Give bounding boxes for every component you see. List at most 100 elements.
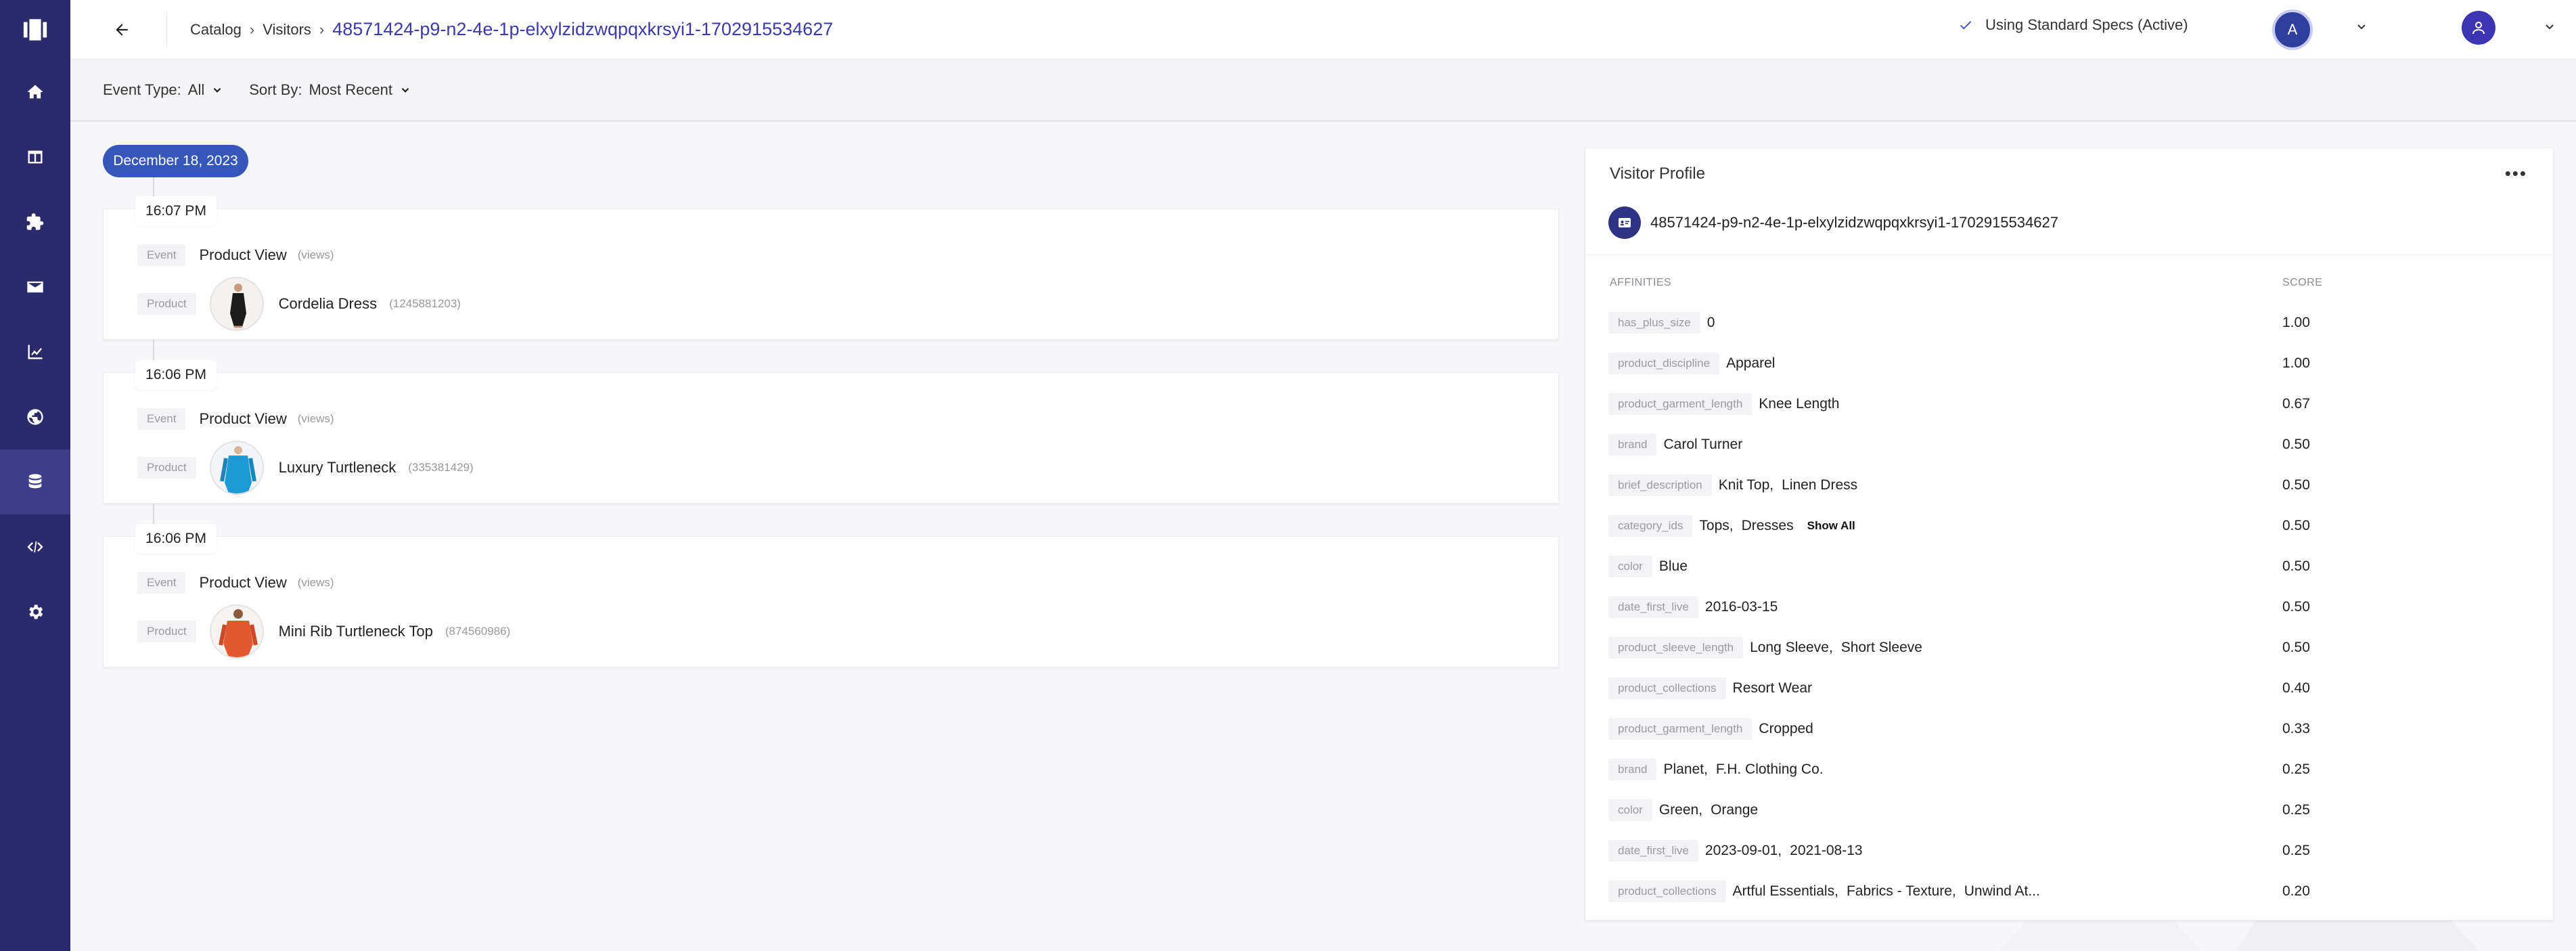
affinity-key: brief_description (1608, 474, 1712, 496)
affinity-value: Unwind At... (1964, 883, 2040, 899)
sidebar-item-home[interactable] (0, 60, 70, 125)
show-all-link[interactable]: Show All (1807, 519, 1855, 533)
breadcrumb-visitors[interactable]: Visitors (263, 21, 311, 39)
event-tag: Event (137, 408, 186, 430)
chevron-down-icon[interactable] (2541, 19, 2558, 35)
account-avatar[interactable]: A (2272, 9, 2313, 50)
event-time: 16:06 PM (135, 524, 217, 554)
affinity-key: product_sleeve_length (1608, 637, 1744, 659)
affinity-value: Planet, (1663, 761, 1708, 777)
profile-header: Visitor Profile ••• 48571424-p9-n2-4e-1p… (1585, 148, 2554, 255)
event-card[interactable]: Event Product View (views) Product Luxur… (103, 372, 1559, 504)
affinity-value: Blue (1658, 558, 1688, 574)
affinity-score: 0.50 (2282, 477, 2310, 493)
spec-status-label: Using Standard Specs (Active) (1985, 16, 2188, 33)
affinity-value: Resort Wear (1732, 680, 1813, 696)
event-tag: Event (137, 572, 186, 594)
event-card[interactable]: Event Product View (views) Product Mini … (103, 536, 1559, 667)
affinity-key: has_plus_size (1608, 312, 1700, 334)
affinity-key: color (1608, 556, 1652, 577)
database-icon (28, 474, 42, 489)
affinity-value: Apparel (1726, 355, 1776, 371)
event-type-filter[interactable]: Event Type: All (103, 81, 223, 99)
event-time: 16:06 PM (135, 360, 217, 390)
sidebar-item-integrations[interactable] (0, 190, 70, 255)
product-name[interactable]: Luxury Turtleneck (279, 459, 397, 477)
sidebar-item-layout[interactable] (0, 125, 70, 190)
chevron-right-icon: › (249, 20, 255, 38)
affinity-value: Knit Top, (1718, 477, 1774, 493)
event-name: Product View (199, 410, 287, 427)
breadcrumb-catalog[interactable]: Catalog (190, 21, 242, 39)
top-header: Catalog › Visitors › 48571424-p9-n2-4e-1… (70, 0, 2576, 60)
logo-icon[interactable] (0, 0, 70, 60)
score-column-header: SCORE (2282, 277, 2323, 288)
affinity-row: product_collections Resort Wear 0.40 (1608, 671, 2529, 705)
sidebar-item-analytics[interactable] (0, 319, 70, 384)
layout-icon (28, 150, 43, 164)
affinity-row: color Green, Orange 0.25 (1608, 793, 2529, 827)
sidebar-item-global[interactable] (0, 384, 70, 449)
sidebar-item-settings[interactable] (0, 579, 70, 644)
visitor-id-row: 48571424-p9-n2-4e-1p-elxylzidzwqpqxkrsyi… (1608, 206, 2058, 239)
affinity-row: brief_description Knit Top, Linen Dress 0.5… (1608, 468, 2529, 502)
product-thumbnail[interactable] (209, 441, 264, 495)
affinity-score: 1.00 (2282, 355, 2310, 371)
product-tag: Product (137, 621, 196, 642)
product-id: (335381429) (408, 461, 474, 474)
chevron-down-icon[interactable] (2353, 19, 2370, 35)
sidebar-item-data[interactable] (0, 449, 70, 514)
more-options-button[interactable]: ••• (2505, 164, 2527, 182)
affinity-row: brand Planet, F.H. Clothing Co. 0.25 (1608, 753, 2529, 787)
visitor-id: 48571424-p9-n2-4e-1p-elxylzidzwqpqxkrsyi… (1650, 214, 2058, 231)
product-id: (874560986) (445, 625, 511, 638)
gear-icon (29, 604, 43, 619)
affinity-value: Artful Essentials, (1732, 883, 1838, 899)
affinity-value: 2016-03-15 (1704, 599, 1778, 615)
chevron-down-icon (213, 87, 221, 93)
affinity-score: 1.00 (2282, 315, 2310, 330)
affinity-value: Knee Length (1759, 396, 1840, 412)
affinity-score: 0.40 (2282, 680, 2310, 696)
profile-title: Visitor Profile (1610, 164, 1705, 183)
affinity-row: color Blue 0.50 (1608, 550, 2529, 583)
affinity-score: 0.33 (2282, 721, 2310, 736)
header-divider (166, 12, 167, 47)
event-tag: Event (137, 244, 186, 266)
affinity-row: date_first_live 2016-03-15 0.50 (1608, 590, 2529, 624)
arrow-left-icon (116, 23, 128, 36)
sidebar (0, 0, 70, 951)
product-name[interactable]: Mini Rib Turtleneck Top (279, 623, 433, 640)
sidebar-item-developer[interactable] (0, 514, 70, 579)
product-name[interactable]: Cordelia Dress (279, 295, 378, 313)
affinity-key: brand (1608, 434, 1657, 456)
affinity-score: 0.67 (2282, 396, 2310, 412)
chevron-right-icon: › (319, 20, 325, 38)
affinity-row: category_ids Tops, Dresses Show All 0.50 (1608, 509, 2529, 543)
affinity-value: Carol Turner (1663, 437, 1743, 452)
affinity-key: product_garment_length (1608, 718, 1753, 740)
affinity-score: 0.20 (2282, 883, 2310, 899)
spec-status[interactable]: Using Standard Specs (Active) (1958, 16, 2188, 34)
affinity-key: product_discipline (1608, 353, 1720, 374)
event-name: Product View (199, 246, 287, 263)
event-type-value: All (187, 81, 205, 98)
user-avatar[interactable] (2462, 11, 2495, 45)
check-icon (1960, 21, 1972, 30)
sidebar-item-messages[interactable] (0, 255, 70, 319)
back-button[interactable] (106, 14, 138, 46)
globe-icon (27, 409, 43, 425)
affinity-row: product_sleeve_length Long Sleeve, Short S… (1608, 631, 2529, 665)
affinity-key: product_collections (1608, 678, 1726, 699)
sort-by-filter[interactable]: Sort By: Most Recent (249, 81, 411, 99)
id-card-icon (1608, 206, 1641, 239)
affinity-key: category_ids (1608, 515, 1693, 537)
product-thumbnail[interactable] (209, 277, 264, 331)
affinity-score: 0.50 (2282, 599, 2310, 615)
event-sub: (views) (297, 576, 334, 589)
event-sub: (views) (297, 412, 334, 425)
home-icon (27, 85, 43, 99)
event-card[interactable]: Event Product View (views) Product Corde… (103, 208, 1559, 340)
product-thumbnail[interactable] (209, 604, 264, 659)
product-tag: Product (137, 457, 196, 479)
